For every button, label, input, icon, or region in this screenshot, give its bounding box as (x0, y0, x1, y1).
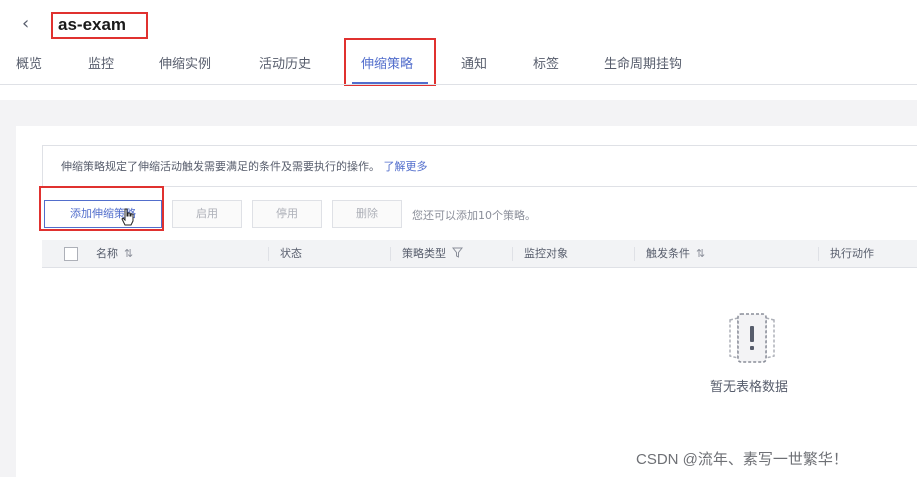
column-header-action: 执行动作 (830, 247, 874, 260)
column-header-trigger-condition[interactable]: 触发条件 ⇅ (646, 240, 705, 268)
enable-button[interactable]: 启用 (172, 200, 242, 228)
tab-tags[interactable]: 标签 (533, 52, 559, 78)
tab-activity-history[interactable]: 活动历史 (259, 52, 311, 78)
learn-more-link[interactable]: 了解更多 (384, 160, 428, 173)
chevron-left-icon: ‹ (22, 13, 30, 34)
tabs-divider (0, 84, 917, 85)
column-divider (390, 247, 391, 261)
page-title: as-exam (58, 15, 127, 34)
column-divider (268, 247, 269, 261)
table-header: 名称 ⇅ 状态 策略类型 监控对象 触发条件 ⇅ 执行动作 (42, 240, 917, 268)
column-divider (512, 247, 513, 261)
tab-bar: 概览 监控 伸缩实例 活动历史 伸缩策略 通知 标签 生命周期挂钩 (0, 52, 917, 80)
sort-icon[interactable]: ⇅ (696, 240, 705, 268)
hand-cursor-icon (121, 208, 135, 230)
column-header-monitored-object: 监控对象 (524, 247, 568, 260)
column-divider (634, 247, 635, 261)
delete-button[interactable]: 删除 (332, 200, 402, 228)
empty-data-icon (724, 310, 780, 366)
info-banner: 伸缩策略规定了伸缩活动触发需要满足的条件及需要执行的操作。 了解更多 (42, 145, 917, 187)
tab-notifications[interactable]: 通知 (461, 52, 487, 78)
content-background (0, 100, 917, 126)
select-all-checkbox[interactable] (64, 247, 78, 261)
column-divider (818, 247, 819, 261)
tab-scaling-instances[interactable]: 伸缩实例 (159, 52, 211, 78)
column-header-status: 状态 (280, 247, 302, 260)
filter-icon[interactable] (451, 240, 464, 268)
disable-button[interactable]: 停用 (252, 200, 322, 228)
info-text: 伸缩策略规定了伸缩活动触发需要满足的条件及需要执行的操作。 (61, 160, 380, 173)
empty-state-text: 暂无表格数据 (710, 380, 789, 395)
content-background-left (0, 126, 16, 477)
column-header-policy-type[interactable]: 策略类型 (402, 240, 464, 268)
tab-overview[interactable]: 概览 (16, 52, 42, 78)
tab-highlight-box (344, 38, 436, 86)
tab-monitoring[interactable]: 监控 (88, 52, 114, 78)
sort-icon[interactable]: ⇅ (124, 240, 133, 268)
policy-quota-text: 您还可以添加10个策略。 (412, 209, 536, 222)
tab-lifecycle-hooks[interactable]: 生命周期挂钩 (604, 52, 682, 78)
add-scaling-policy-button[interactable]: 添加伸缩策略 (44, 200, 162, 228)
back-button[interactable]: ‹ (22, 13, 40, 35)
watermark-text: CSDN @流年、素写一世繁华！ (636, 451, 848, 468)
column-header-name[interactable]: 名称 ⇅ (96, 240, 133, 268)
